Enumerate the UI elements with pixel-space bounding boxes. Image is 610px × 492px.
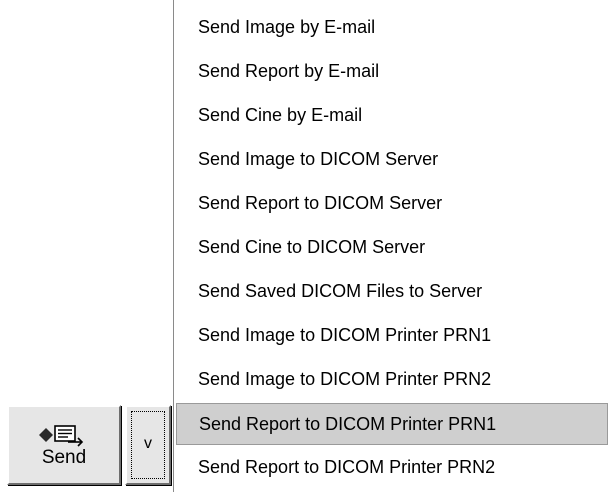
menu-item-send-report-email[interactable]: Send Report by E-mail <box>176 50 608 92</box>
dropdown-arrow-label: v <box>144 435 152 452</box>
send-envelope-icon <box>39 425 84 447</box>
menu-item-send-report-dicom-server[interactable]: Send Report to DICOM Server <box>176 182 608 224</box>
menu-item-send-cine-dicom-server[interactable]: Send Cine to DICOM Server <box>176 226 608 268</box>
menu-item-send-image-email[interactable]: Send Image by E-mail <box>176 6 608 48</box>
menu-item-send-cine-email[interactable]: Send Cine by E-mail <box>176 94 608 136</box>
menu-item-send-image-dicom-server[interactable]: Send Image to DICOM Server <box>176 138 608 180</box>
menu-item-send-image-printer-prn2[interactable]: Send Image to DICOM Printer PRN2 <box>176 358 608 400</box>
send-button[interactable]: Send <box>7 405 121 485</box>
send-options-dropdown-button[interactable]: v <box>125 405 171 485</box>
menu-item-send-image-printer-prn1[interactable]: Send Image to DICOM Printer PRN1 <box>176 314 608 356</box>
send-button-label: Send <box>41 447 87 468</box>
menu-item-send-saved-dicom-files[interactable]: Send Saved DICOM Files to Server <box>176 270 608 312</box>
focus-rectangle: v <box>131 411 165 479</box>
send-menu: Send Image by E-mail Send Report by E-ma… <box>173 0 610 492</box>
send-widget: Send v Send Image by E-mail Send Report … <box>0 0 610 492</box>
menu-item-send-report-printer-prn2[interactable]: Send Report to DICOM Printer PRN2 <box>176 446 608 488</box>
menu-item-send-report-printer-prn1[interactable]: Send Report to DICOM Printer PRN1 <box>176 403 608 445</box>
